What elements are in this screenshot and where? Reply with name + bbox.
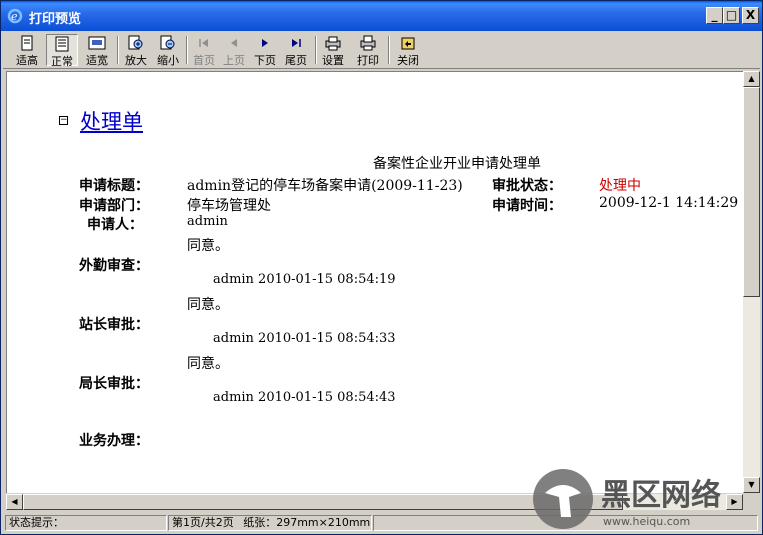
prev-page-button[interactable]: 上页 xyxy=(218,34,250,67)
prev-page-label: 上页 xyxy=(223,54,245,67)
toolbar-separator xyxy=(117,36,119,64)
scroll-up-button[interactable]: ▲ xyxy=(743,71,760,87)
close-door-icon xyxy=(401,37,415,50)
review-comment: 同意。 xyxy=(187,297,229,313)
review-comment: 同意。 xyxy=(187,238,229,254)
print-preview-window: e 打印预览 _ □ X 适高 正常 适宽 放大 缩小 首页 上页 下页 尾页 … xyxy=(0,0,763,535)
document-page: − 处理单 备案性企业开业申请处理单 申请标题： admin登记的停车场备案申请… xyxy=(7,72,743,493)
last-page-label: 尾页 xyxy=(285,54,307,67)
approval-status-label: 审批状态： xyxy=(492,178,562,194)
document-title[interactable]: 处理单 xyxy=(80,106,143,136)
apply-dept-value: 停车场管理处 xyxy=(187,198,271,214)
svg-text:e: e xyxy=(11,10,18,23)
scroll-right-button[interactable]: ▶ xyxy=(726,494,743,510)
minimize-button[interactable]: _ xyxy=(706,7,723,24)
zoom-out-button[interactable]: 缩小 xyxy=(152,34,184,67)
vertical-scroll-thumb[interactable] xyxy=(743,87,760,297)
applicant-label: 申请人： xyxy=(87,217,143,233)
zoom-in-icon xyxy=(128,35,143,50)
applicant-value: admin xyxy=(187,214,228,229)
review-comment: 同意。 xyxy=(187,356,229,372)
toolbar: 适高 正常 适宽 放大 缩小 首页 上页 下页 尾页 设置 打印 关闭 xyxy=(3,32,760,69)
maximize-button[interactable]: □ xyxy=(723,7,740,24)
horizontal-scroll-thumb[interactable] xyxy=(23,494,623,510)
ie-icon: e xyxy=(7,8,23,24)
scroll-left-button[interactable]: ◀ xyxy=(6,494,23,510)
page-setup-icon xyxy=(325,36,341,51)
status-page: 第1页/共2页 xyxy=(172,516,234,529)
prev-page-icon xyxy=(231,39,237,47)
apply-time-value: 2009-12-1 14:14:29 xyxy=(599,195,739,211)
status-paper: 纸张：297mm×210mm xyxy=(243,516,371,529)
business-processing-label: 业务办理： xyxy=(79,433,149,449)
status-hint: 状态提示： xyxy=(5,515,167,531)
review-signature: admin 2010-01-15 08:54:19 xyxy=(213,272,396,287)
normal-label: 正常 xyxy=(51,55,73,68)
fit-height-icon xyxy=(21,35,33,51)
first-page-label: 首页 xyxy=(193,54,215,67)
apply-title-value: admin登记的停车场备案申请(2009-11-23) xyxy=(187,178,463,194)
zoom-in-label: 放大 xyxy=(125,54,147,67)
close-button[interactable]: 关闭 xyxy=(392,34,424,67)
fit-width-label: 适宽 xyxy=(86,54,108,67)
apply-dept-label: 申请部门： xyxy=(79,198,149,214)
fit-width-button[interactable]: 适宽 xyxy=(81,34,113,67)
next-page-icon xyxy=(262,39,268,47)
apply-title-label: 申请标题： xyxy=(79,178,149,194)
last-page-button[interactable]: 尾页 xyxy=(280,34,312,67)
approval-status-value: 处理中 xyxy=(599,178,641,194)
close-label: 关闭 xyxy=(397,54,419,67)
collapse-toggle[interactable]: − xyxy=(59,116,68,125)
settings-button[interactable]: 设置 xyxy=(317,34,349,67)
apply-time-label: 申请时间： xyxy=(492,198,562,214)
next-page-button[interactable]: 下页 xyxy=(249,34,281,67)
document-subtitle: 备案性企业开业申请处理单 xyxy=(373,156,541,172)
next-page-label: 下页 xyxy=(254,54,276,67)
print-label: 打印 xyxy=(357,54,379,67)
scroll-down-button[interactable]: ▼ xyxy=(743,477,760,493)
review-signature: admin 2010-01-15 08:54:33 xyxy=(213,331,396,346)
title-bar[interactable]: e 打印预览 _ □ X xyxy=(1,1,762,31)
horizontal-scrollbar[interactable]: ◀ ▶ xyxy=(6,494,743,510)
field-inspection-label: 外勤审查： xyxy=(79,258,149,274)
zoom-out-label: 缩小 xyxy=(157,54,179,67)
vertical-scrollbar[interactable]: ▲ ▼ xyxy=(743,71,760,493)
last-page-icon xyxy=(292,39,301,47)
fit-height-label: 适高 xyxy=(16,54,38,67)
window-title: 打印预览 xyxy=(29,12,82,27)
station-approval-label: 站长审批： xyxy=(79,317,149,333)
zoom-out-icon xyxy=(160,35,175,50)
status-empty-pane xyxy=(373,515,758,531)
printer-icon xyxy=(360,35,376,51)
bureau-approval-label: 局长审批： xyxy=(79,376,149,392)
toolbar-separator xyxy=(388,36,390,64)
review-signature: admin 2010-01-15 08:54:43 xyxy=(213,390,396,405)
close-window-button[interactable]: X xyxy=(742,7,759,24)
zoom-in-button[interactable]: 放大 xyxy=(120,34,152,67)
settings-label: 设置 xyxy=(322,54,344,67)
normal-button[interactable]: 正常 xyxy=(46,34,78,68)
first-page-icon xyxy=(199,39,208,47)
status-page-paper: 第1页/共2页 纸张：297mm×210mm xyxy=(168,515,372,531)
normal-icon xyxy=(55,36,69,52)
preview-area[interactable]: − 处理单 备案性企业开业申请处理单 申请标题： admin登记的停车场备案申请… xyxy=(6,71,743,493)
status-bar: 状态提示： 第1页/共2页 纸张：297mm×210mm xyxy=(3,514,760,533)
fit-height-button[interactable]: 适高 xyxy=(11,34,43,67)
fit-width-icon xyxy=(88,36,106,50)
print-button[interactable]: 打印 xyxy=(352,34,384,67)
first-page-button[interactable]: 首页 xyxy=(188,34,220,67)
